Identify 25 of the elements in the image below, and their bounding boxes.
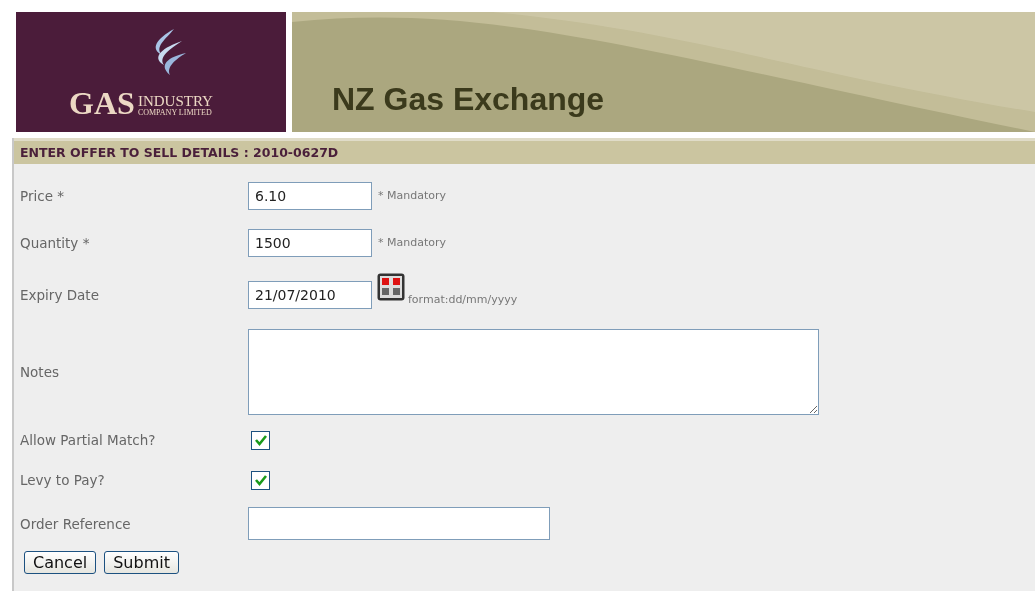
checkbox[interactable] [251,470,270,490]
input-field[interactable]: 1500 [248,228,372,257]
site-title: NZ Gas Exchange [331,81,605,119]
field-hint: * Mandatory [378,189,446,202]
form-button[interactable]: Cancel [24,551,97,574]
section-title: ENTER OFFER TO SELL DETAILS : 2010-0627D [14,138,1035,164]
field-label: Notes [20,364,60,380]
form-button[interactable]: Submit [104,551,179,574]
input-field[interactable] [248,507,550,540]
logo-word: GAS [69,87,135,119]
field-hint: format:dd/mm/yyyy [408,292,518,306]
calendar-icon[interactable] [377,273,405,301]
input-field[interactable]: 6.10 [248,181,372,210]
field-label: Quantity * [20,234,91,251]
checkbox[interactable] [251,430,270,450]
field-label: Allow Partial Match? [20,432,157,448]
logo-tagline: COMPANY LIMITED [137,109,213,117]
field-hint: * Mandatory [378,236,446,249]
field-label: Expiry Date [20,287,100,303]
field-label: Order Reference [20,515,132,532]
notes-field[interactable] [248,329,819,415]
input-field[interactable]: 21/07/2010 [248,281,372,309]
field-label: Price * [20,187,65,204]
logo-word: INDUSTRY [137,94,213,109]
field-label: Levy to Pay? [20,472,106,488]
